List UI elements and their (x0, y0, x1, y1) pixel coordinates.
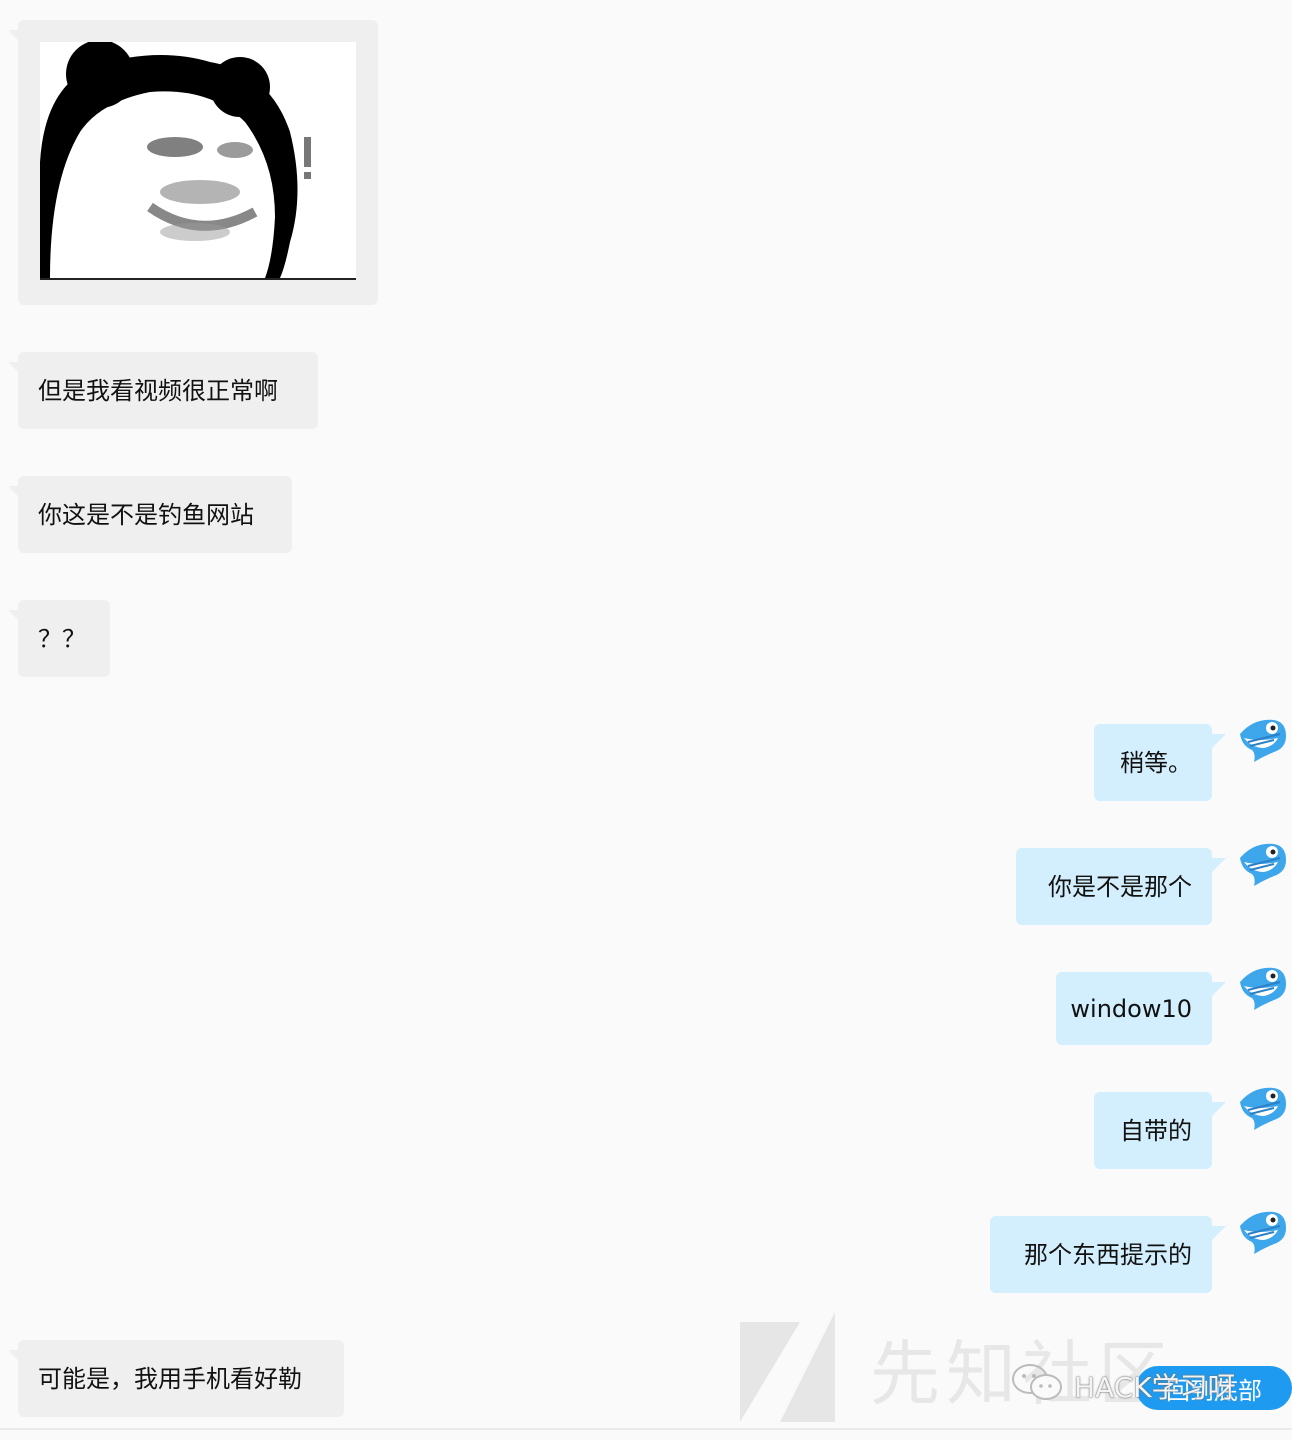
account-watermark: HACK学习呀 (1010, 1362, 1236, 1409)
message-bubble[interactable]: window10 (1056, 972, 1212, 1045)
wechat-icon (1010, 1362, 1066, 1409)
bubble-tail (1212, 1102, 1226, 1116)
dolphin-avatar-icon[interactable] (1234, 836, 1290, 892)
message-bubble[interactable]: 稍等。 (1094, 724, 1212, 801)
message-bubble[interactable]: 但是我看视频很正常啊 (18, 352, 318, 429)
bubble-tail (1212, 734, 1226, 748)
message-bubble[interactable]: ？？ (18, 600, 110, 677)
dolphin-avatar-icon[interactable] (1234, 712, 1290, 768)
dolphin-avatar-icon[interactable] (1234, 1080, 1290, 1136)
bottom-divider (0, 1428, 1292, 1430)
message-bubble[interactable]: 你这是不是钓鱼网站 (18, 476, 292, 553)
message-bubble[interactable]: 可能是，我用手机看好勒 (18, 1340, 344, 1417)
bubble-tail (1212, 1226, 1226, 1240)
dolphin-avatar-icon[interactable] (1234, 1204, 1290, 1260)
bubble-tail (1212, 982, 1226, 996)
message-bubble[interactable]: 那个东西提示的 (990, 1216, 1212, 1293)
dolphin-avatar-icon[interactable] (1234, 960, 1290, 1016)
xianzhi-logo-icon (740, 1312, 850, 1426)
message-bubble[interactable]: 自带的 (1094, 1092, 1212, 1169)
panda-sticker-image[interactable] (40, 42, 356, 280)
bubble-tail (1212, 858, 1226, 872)
message-bubble[interactable]: 你是不是那个 (1016, 848, 1212, 925)
account-name: HACK学习呀 (1074, 1370, 1236, 1404)
